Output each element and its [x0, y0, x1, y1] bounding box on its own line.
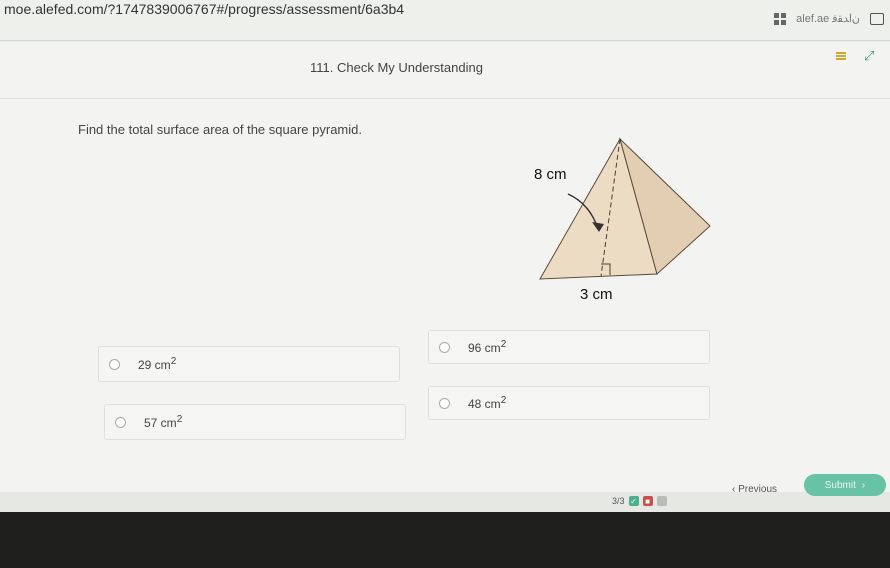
grid-icon[interactable]	[774, 12, 787, 25]
answer-option-4[interactable]: 48 cm2	[428, 386, 710, 420]
expand-icon[interactable]: ⤢	[864, 48, 874, 64]
monitor-bezel	[0, 512, 890, 568]
external-window-icon[interactable]	[870, 12, 884, 25]
submit-label: Submit	[824, 479, 856, 491]
submit-button[interactable]: Submit ›	[804, 474, 886, 496]
radio-button[interactable]	[439, 397, 450, 409]
site-label: alef.ae ﻥﺍﺪﻘﻓ	[796, 13, 860, 25]
flag-icon[interactable]: ■	[642, 496, 653, 506]
option-label: 96 cm2	[468, 339, 507, 355]
header-tools: ⤢	[836, 48, 874, 64]
option-label: 48 cm2	[468, 395, 507, 411]
footer-bar	[0, 492, 890, 512]
menu-icon[interactable]	[836, 52, 846, 60]
pyramid-diagram	[539, 137, 711, 280]
chevron-right-icon: ›	[861, 479, 866, 491]
option-label: 29 cm2	[138, 356, 177, 372]
question-progress: 3/3 ✓ ■	[612, 496, 667, 506]
address-bar[interactable]: moe.alefed.com/?1747839006767#/progress/…	[4, 1, 404, 17]
answer-option-1[interactable]: 29 cm2	[98, 346, 400, 382]
browser-right-tools: alef.ae ﻥﺍﺪﻘﻓ	[774, 12, 884, 25]
radio-button[interactable]	[115, 416, 126, 428]
header-divider	[0, 98, 890, 99]
browser-bar: moe.alefed.com/?1747839006767#/progress/…	[0, 0, 890, 41]
check-icon[interactable]: ✓	[628, 496, 639, 506]
radio-button[interactable]	[439, 341, 450, 353]
answer-option-3[interactable]: 57 cm2	[104, 404, 406, 440]
pyramid-figure: 8 cm 3 cm	[520, 134, 730, 314]
previous-label: Previous	[738, 484, 778, 495]
progress-count: 3/3	[612, 496, 625, 506]
slant-height-label: 8 cm	[534, 166, 567, 183]
page-title: 111. Check My Understanding	[310, 60, 483, 75]
previous-button[interactable]: ‹ Previous	[732, 484, 777, 495]
radio-button[interactable]	[109, 358, 120, 370]
question-text: Find the total surface area of the squar…	[78, 122, 362, 137]
pending-icon[interactable]	[656, 496, 667, 506]
base-length-label: 3 cm	[580, 286, 613, 303]
answer-option-2[interactable]: 96 cm2	[428, 330, 710, 364]
option-label: 57 cm2	[144, 414, 183, 430]
